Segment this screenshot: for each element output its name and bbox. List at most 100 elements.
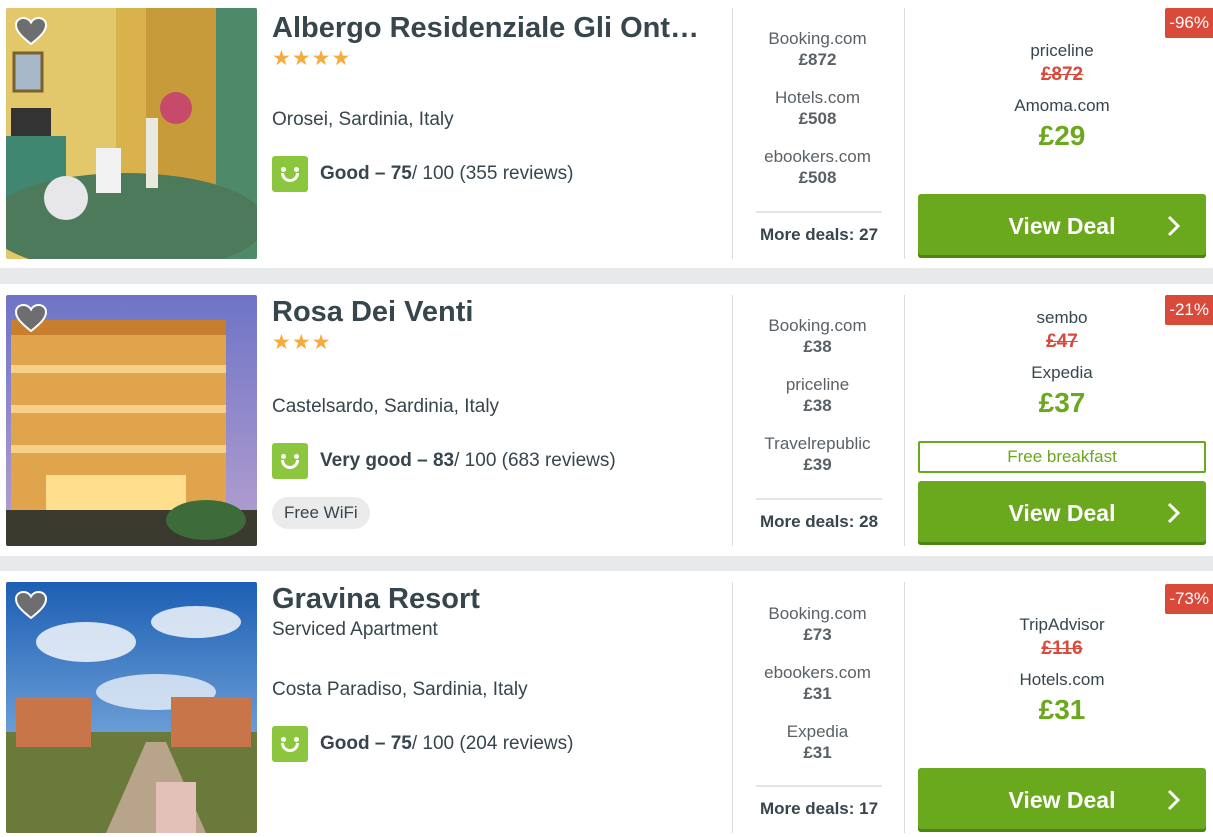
more-deals-link[interactable]: More deals: 28: [756, 498, 882, 532]
deal-price: £31: [803, 743, 832, 762]
hotel-info: Gravina Resort Serviced Apartment: [272, 581, 722, 643]
view-deal-label: View Deal: [1008, 212, 1116, 239]
review-rating[interactable]: Very good – 83 / 100 (683 reviews): [272, 443, 616, 479]
deal-price: £31: [803, 684, 832, 703]
deal-item[interactable]: Expedia £31: [745, 721, 890, 780]
hotel-info: Rosa Dei Venti ★★★: [272, 294, 722, 356]
more-deals-link[interactable]: More deals: 17: [756, 785, 882, 819]
strikethrough-price: £47: [1046, 331, 1078, 352]
hotel-photo[interactable]: [6, 582, 257, 833]
hotel-result-card: Gravina Resort Serviced Apartment Costa …: [0, 571, 1213, 837]
deal-source: ebookers.com: [764, 147, 871, 166]
favorite-heart-icon[interactable]: [15, 591, 47, 619]
divider: [904, 8, 905, 259]
deals-list: Booking.com £73 ebookers.com £31 Expedia £3…: [745, 603, 890, 780]
deal-source: Expedia: [786, 722, 849, 741]
rating-label: Good – 75: [320, 733, 412, 754]
rating-label: Very good – 83: [320, 450, 455, 471]
view-deal-button[interactable]: View Deal: [918, 768, 1206, 832]
hotel-location: Castelsardo, Sardinia, Italy: [272, 396, 500, 417]
deals-list: Booking.com £872 Hotels.com £508 ebookers.…: [745, 28, 890, 205]
hotel-photo[interactable]: [6, 8, 257, 259]
best-deal-source: Expedia: [1031, 363, 1093, 382]
smiley-rating-icon: [272, 443, 308, 479]
hotel-result-card: Rosa Dei Venti ★★★ Castelsardo, Sardinia…: [0, 284, 1213, 556]
view-deal-button[interactable]: View Deal: [918, 481, 1206, 545]
rating-label: Good – 75: [320, 163, 412, 184]
deal-source: Booking.com: [768, 316, 867, 335]
deal-item[interactable]: ebookers.com £508: [745, 146, 890, 205]
deal-price: £508: [798, 168, 837, 187]
review-rating[interactable]: Good – 75 / 100 (204 reviews): [272, 726, 573, 762]
rating-reviews: / 100 (204 reviews): [411, 733, 574, 754]
best-deal-source: Hotels.com: [1019, 670, 1105, 689]
best-deal: priceline £872 Amoma.com £29: [918, 40, 1206, 156]
deal-item[interactable]: Booking.com £73: [745, 603, 890, 662]
best-deal: sembo £47 Expedia £37: [918, 307, 1206, 423]
deal-item[interactable]: Booking.com £38: [745, 315, 890, 374]
deal-item[interactable]: Travelrepublic £39: [745, 433, 890, 492]
strikethrough-price: £872: [1040, 64, 1084, 85]
deal-source: Booking.com: [768, 604, 867, 623]
view-deal-button[interactable]: View Deal: [918, 194, 1206, 258]
compare-source: sembo: [1036, 308, 1088, 327]
smiley-rating-icon: [272, 156, 308, 192]
deal-price: £508: [798, 109, 837, 128]
deal-source: Booking.com: [768, 29, 867, 48]
discount-badge: -96%: [1165, 8, 1213, 38]
chevron-right-icon: [1167, 789, 1181, 811]
divider: [904, 295, 905, 546]
compare-source: TripAdvisor: [1019, 615, 1105, 634]
deal-item[interactable]: priceline £38: [745, 374, 890, 433]
deal-source: Hotels.com: [774, 88, 861, 107]
divider: [732, 582, 733, 833]
compare-source: priceline: [1030, 41, 1094, 60]
deal-source: priceline: [785, 375, 850, 394]
chevron-right-icon: [1167, 215, 1181, 237]
hotel-info: Albergo Residenziale Gli Ont… ★★★★: [272, 10, 722, 72]
divider: [904, 582, 905, 833]
deal-source: ebookers.com: [764, 663, 871, 682]
best-deal-price: £29: [1038, 120, 1086, 151]
deal-item[interactable]: ebookers.com £31: [745, 662, 890, 721]
deal-price: £73: [803, 625, 832, 644]
favorite-heart-icon[interactable]: [15, 17, 47, 45]
hotel-location: Costa Paradiso, Sardinia, Italy: [272, 679, 528, 700]
deals-list: Booking.com £38 priceline £38 Travelrepubl…: [745, 315, 890, 492]
property-type: Serviced Apartment: [272, 619, 438, 640]
best-deal: TripAdvisor £116 Hotels.com £31: [918, 614, 1206, 730]
divider: [732, 8, 733, 259]
deal-item[interactable]: Booking.com £872: [745, 28, 890, 87]
hotel-photo[interactable]: [6, 295, 257, 546]
deal-price: £872: [798, 50, 837, 69]
deal-source: Travelrepublic: [764, 434, 871, 453]
hotel-name[interactable]: Albergo Residenziale Gli Ont…: [272, 10, 722, 46]
rating-reviews: / 100 (355 reviews): [411, 163, 574, 184]
hotel-result-card: Albergo Residenziale Gli Ont… ★★★★ Orose…: [0, 0, 1213, 268]
rating-reviews: / 100 (683 reviews): [454, 450, 616, 471]
smiley-rating-icon: [272, 726, 308, 762]
view-deal-label: View Deal: [1008, 499, 1116, 526]
chevron-right-icon: [1167, 502, 1181, 524]
free-breakfast-badge: Free breakfast: [918, 441, 1206, 473]
deal-price: £38: [803, 396, 832, 415]
best-deal-price: £37: [1038, 387, 1086, 418]
star-rating: ★★★: [272, 331, 332, 354]
hotel-name[interactable]: Gravina Resort: [272, 581, 722, 617]
amenity-chip[interactable]: Free WiFi: [272, 497, 370, 529]
review-rating[interactable]: Good – 75 / 100 (355 reviews): [272, 156, 573, 192]
strikethrough-price: £116: [1041, 638, 1083, 659]
favorite-heart-icon[interactable]: [15, 304, 47, 332]
star-rating: ★★★★: [272, 47, 352, 70]
deal-price: £39: [803, 455, 832, 474]
divider: [732, 295, 733, 546]
discount-badge: -73%: [1165, 584, 1213, 614]
view-deal-label: View Deal: [1008, 786, 1116, 813]
deal-price: £38: [803, 337, 832, 356]
best-deal-source: Amoma.com: [1014, 96, 1110, 115]
hotel-location: Orosei, Sardinia, Italy: [272, 109, 454, 130]
more-deals-link[interactable]: More deals: 27: [756, 211, 882, 245]
best-deal-price: £31: [1038, 694, 1086, 725]
hotel-name[interactable]: Rosa Dei Venti: [272, 294, 722, 330]
deal-item[interactable]: Hotels.com £508: [745, 87, 890, 146]
